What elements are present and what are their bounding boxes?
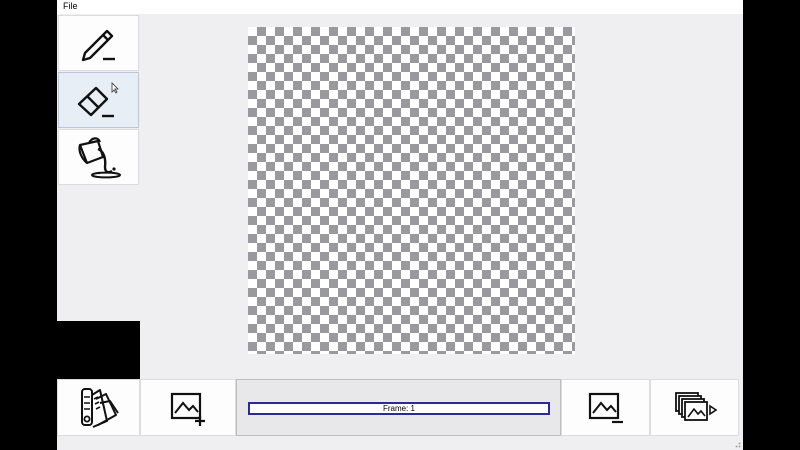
eraser-tool-button[interactable] — [58, 72, 139, 128]
frames-play-icon — [674, 391, 717, 421]
add-frame-button[interactable] — [140, 379, 236, 436]
fill-tool-button[interactable] — [58, 129, 139, 185]
drawing-canvas[interactable] — [248, 27, 575, 354]
add-image-icon — [170, 392, 205, 426]
frame-panel: Frame: 1 — [236, 379, 561, 436]
resize-grip-icon[interactable] — [733, 440, 741, 448]
remove-frame-button[interactable] — [561, 379, 650, 436]
color-palette-button[interactable] — [57, 379, 140, 436]
eraser-icon — [77, 82, 119, 118]
menu-bar: File — [57, 0, 743, 14]
frame-label: Frame: 1 — [382, 404, 415, 413]
color-palette-icon — [80, 387, 119, 428]
primary-color-swatch[interactable] — [57, 321, 140, 379]
play-animation-button[interactable] — [650, 379, 739, 436]
pencil-tool-button[interactable] — [58, 15, 139, 71]
frame-indicator[interactable]: Frame: 1 — [248, 402, 550, 415]
remove-image-icon — [588, 392, 623, 423]
menu-file[interactable]: File — [63, 1, 78, 11]
app-window: File Frame: 1 — [57, 0, 743, 450]
paint-bucket-icon — [77, 137, 121, 179]
pencil-icon — [81, 29, 115, 62]
status-bar — [57, 436, 743, 450]
